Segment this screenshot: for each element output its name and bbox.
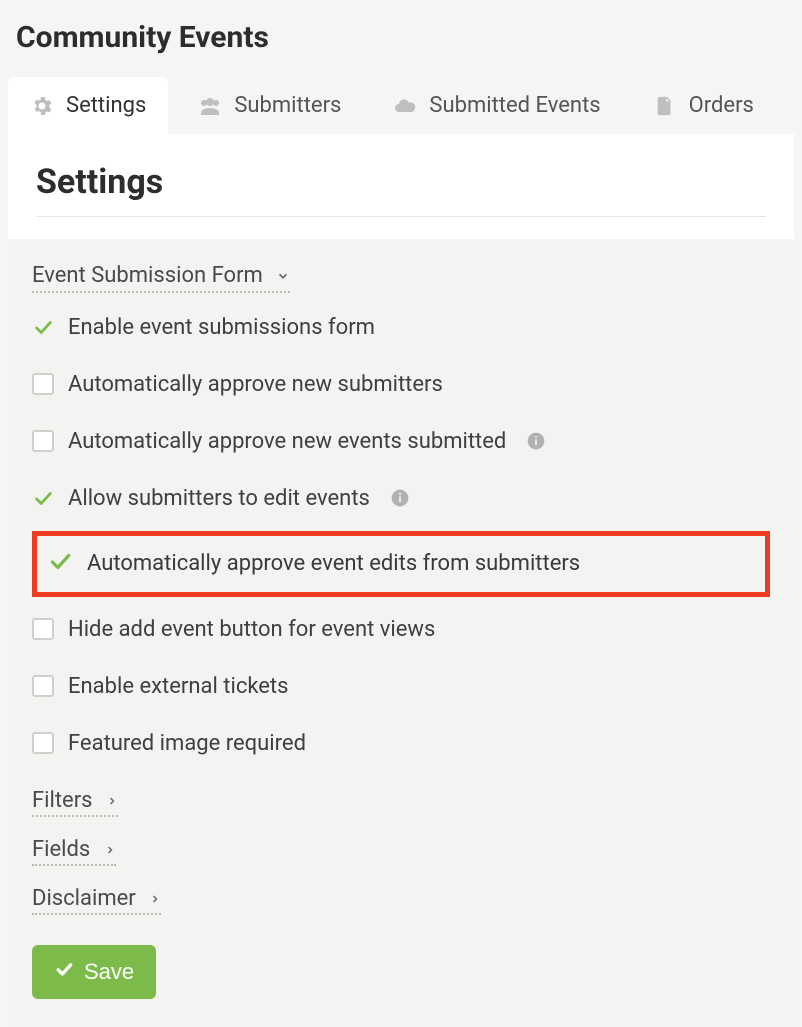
checkbox-unchecked[interactable] bbox=[32, 430, 54, 452]
checkbox-unchecked[interactable] bbox=[32, 373, 54, 395]
option-label: Enable event submissions form bbox=[68, 315, 375, 340]
info-icon[interactable] bbox=[390, 488, 410, 508]
divider bbox=[36, 216, 766, 217]
option-label: Allow submitters to edit events bbox=[68, 486, 370, 511]
tab-settings[interactable]: Settings bbox=[8, 77, 168, 134]
accordion-disclaimer[interactable]: Disclaimer bbox=[32, 886, 161, 915]
checkbox-unchecked[interactable] bbox=[32, 732, 54, 754]
chevron-right-icon bbox=[104, 837, 116, 862]
option-auto-approve-submitters[interactable]: Automatically approve new submitters bbox=[32, 356, 770, 413]
checkmark-icon bbox=[47, 548, 73, 580]
option-auto-approve-events[interactable]: Automatically approve new events submitt… bbox=[32, 413, 770, 470]
option-label: Automatically approve new submitters bbox=[68, 372, 443, 397]
chevron-down-icon bbox=[276, 264, 290, 289]
accordion-event-submission-form[interactable]: Event Submission Form bbox=[32, 263, 290, 293]
tab-submitters[interactable]: Submitters bbox=[176, 77, 363, 134]
tab-label: Submitters bbox=[234, 93, 341, 118]
checkmark-icon bbox=[32, 316, 54, 338]
cloud-upload-icon bbox=[393, 94, 417, 118]
settings-panel: Settings Event Submission Form Enable ev… bbox=[8, 134, 794, 1027]
tab-label: Orders bbox=[689, 93, 754, 118]
option-label: Featured image required bbox=[68, 731, 306, 756]
option-auto-approve-edits-highlighted[interactable]: Automatically approve event edits from s… bbox=[32, 531, 770, 597]
option-label: Automatically approve new events submitt… bbox=[68, 429, 506, 454]
tab-submitted-events[interactable]: Submitted Events bbox=[371, 77, 622, 134]
checkmark-icon bbox=[32, 487, 54, 509]
tab-orders[interactable]: Orders bbox=[631, 77, 776, 134]
option-label: Enable external tickets bbox=[68, 674, 288, 699]
form-area: Event Submission Form Enable event submi… bbox=[8, 239, 794, 1027]
gear-icon bbox=[30, 94, 54, 118]
option-label: Hide add event button for event views bbox=[68, 617, 435, 642]
accordion-label: Disclaimer bbox=[32, 886, 136, 911]
document-icon bbox=[653, 94, 677, 118]
accordion-fields[interactable]: Fields bbox=[32, 837, 116, 866]
checkbox-unchecked[interactable] bbox=[32, 675, 54, 697]
check-icon bbox=[54, 959, 74, 985]
save-button[interactable]: Save bbox=[32, 945, 156, 999]
accordion-label: Event Submission Form bbox=[32, 263, 263, 288]
option-hide-add-button[interactable]: Hide add event button for event views bbox=[32, 601, 770, 658]
option-featured-image-required[interactable]: Featured image required bbox=[32, 715, 770, 772]
option-label: Automatically approve event edits from s… bbox=[87, 551, 580, 576]
page-title: Community Events bbox=[0, 0, 802, 77]
users-icon bbox=[198, 94, 222, 118]
save-button-label: Save bbox=[84, 959, 134, 985]
tab-label: Submitted Events bbox=[429, 93, 600, 118]
section-heading: Settings bbox=[36, 162, 766, 216]
option-external-tickets[interactable]: Enable external tickets bbox=[32, 658, 770, 715]
accordion-label: Filters bbox=[32, 788, 93, 813]
tab-bar: Settings Submitters Submitted Events Ord… bbox=[0, 77, 802, 134]
option-enable-form[interactable]: Enable event submissions form bbox=[32, 299, 770, 356]
info-icon[interactable] bbox=[526, 431, 546, 451]
checkbox-unchecked[interactable] bbox=[32, 618, 54, 640]
accordion-label: Fields bbox=[32, 837, 90, 862]
accordion-filters[interactable]: Filters bbox=[32, 788, 118, 817]
chevron-right-icon bbox=[106, 788, 118, 813]
option-allow-edit[interactable]: Allow submitters to edit events bbox=[32, 470, 770, 527]
chevron-right-icon bbox=[149, 886, 161, 911]
tab-label: Settings bbox=[66, 93, 146, 118]
